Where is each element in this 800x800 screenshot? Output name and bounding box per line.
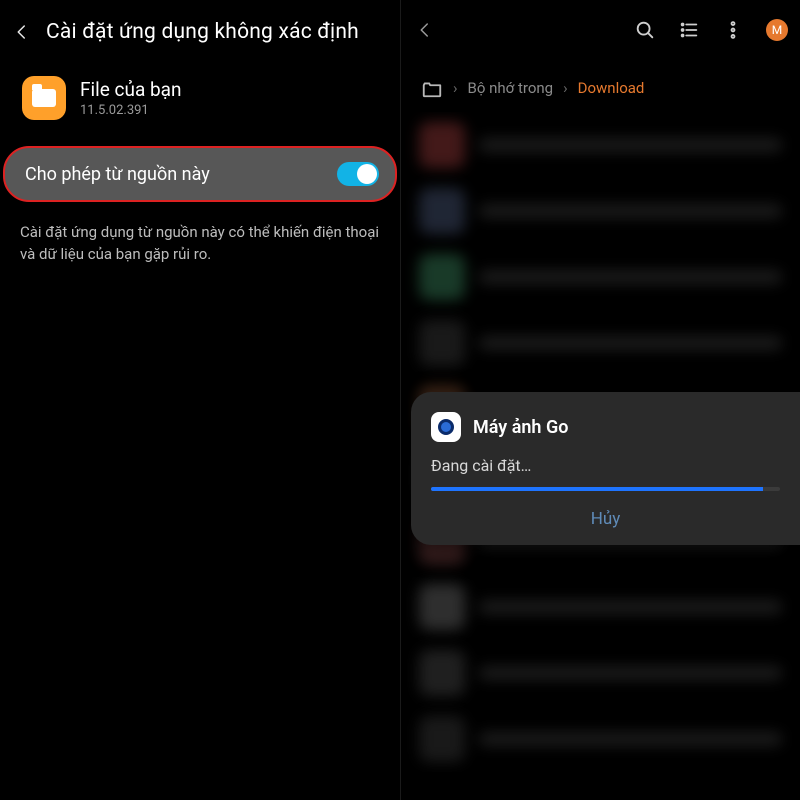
risk-warning-text: Cài đặt ứng dụng từ nguồn này có thể khi… [0,202,400,286]
file-header: M [401,0,800,54]
page-title: Cài đặt ứng dụng không xác định [46,20,359,44]
camera-app-icon [431,412,461,442]
chevron-right-icon: › [453,79,458,97]
settings-header: Cài đặt ứng dụng không xác định [0,0,400,58]
folder-app-icon [22,76,66,120]
toggle-switch-on[interactable] [337,162,379,186]
allow-from-source-toggle-row[interactable]: Cho phép từ nguồn này [3,146,397,202]
right-phone-file-manager: M › Bộ nhớ trong › Download [400,0,800,800]
highlighted-toggle-wrap: Cho phép từ nguồn này [0,146,400,202]
app-info-row: File của bạn 11.5.02.391 [0,58,400,134]
chevron-right-icon: › [563,79,568,97]
home-folder-icon[interactable] [421,78,443,98]
back-icon[interactable] [411,16,439,44]
toggle-label: Cho phép từ nguồn này [25,164,210,185]
app-version: 11.5.02.391 [80,103,182,118]
account-avatar[interactable]: M [766,19,788,41]
app-name: File của bạn [80,78,182,101]
search-icon[interactable] [634,19,656,41]
cancel-button[interactable]: Hủy [431,509,780,529]
left-phone-settings: Cài đặt ứng dụng không xác định File của… [0,0,400,800]
file-list-blurred: Máy ảnh Go Đang cài đặt… Hủy [401,112,800,772]
breadcrumb-current-folder[interactable]: Download [578,79,645,97]
dialog-app-name: Máy ảnh Go [473,417,568,438]
install-status-text: Đang cài đặt… [431,456,780,475]
install-progress-bar [431,487,780,491]
more-menu-icon[interactable] [722,19,744,41]
breadcrumb-internal-storage[interactable]: Bộ nhớ trong [468,79,554,97]
install-dialog: Máy ảnh Go Đang cài đặt… Hủy [411,392,800,545]
back-icon[interactable] [8,18,36,46]
list-view-icon[interactable] [678,19,700,41]
breadcrumb: › Bộ nhớ trong › Download [401,54,800,112]
